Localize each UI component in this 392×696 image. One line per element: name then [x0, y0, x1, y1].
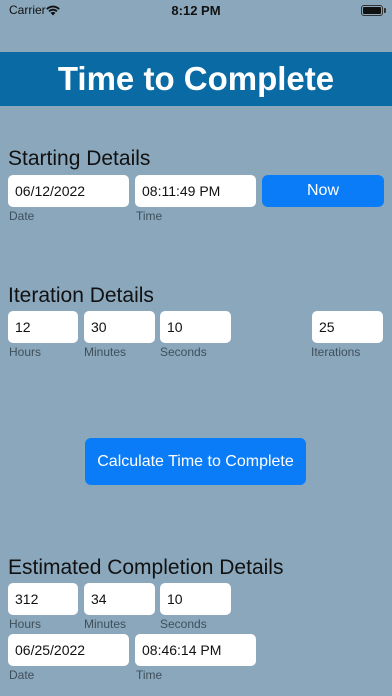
title-banner: Time to Complete — [0, 52, 392, 106]
completion-minutes-caption: Minutes — [84, 617, 127, 631]
iteration-minutes-caption: Minutes — [84, 345, 127, 359]
iteration-minutes-field[interactable]: 30 — [84, 311, 155, 343]
completion-date-caption: Date — [9, 668, 35, 682]
iteration-seconds-caption: Seconds — [160, 345, 207, 359]
completion-date-field[interactable]: 06/25/2022 — [8, 634, 129, 666]
completion-seconds-caption: Seconds — [160, 617, 207, 631]
iteration-seconds-field[interactable]: 10 — [160, 311, 231, 343]
completion-details-title: Estimated Completion Details — [8, 556, 284, 579]
battery-icon — [361, 5, 383, 16]
calculate-button[interactable]: Calculate Time to Complete — [85, 438, 306, 485]
completion-hours-caption: Hours — [9, 617, 42, 631]
page-title: Time to Complete — [57, 60, 335, 97]
iteration-hours-caption: Hours — [9, 345, 42, 359]
iterations-field[interactable]: 25 — [312, 311, 383, 343]
start-time-caption: Time — [136, 209, 163, 223]
status-time: 8:12 PM — [171, 3, 221, 18]
now-button[interactable]: Now — [262, 175, 384, 207]
start-date-field[interactable]: 06/12/2022 — [8, 175, 129, 207]
completion-time-field[interactable]: 08:46:14 PM — [135, 634, 256, 666]
starting-details-title: Starting Details — [8, 147, 151, 170]
iterations-caption: Iterations — [311, 345, 361, 359]
start-time-field[interactable]: 08:11:49 PM — [135, 175, 256, 207]
iteration-details-title: Iteration Details — [8, 284, 154, 307]
completion-seconds-field[interactable]: 10 — [160, 583, 231, 615]
iteration-hours-field[interactable]: 12 — [8, 311, 78, 343]
completion-minutes-field[interactable]: 34 — [84, 583, 155, 615]
battery-tip — [384, 8, 386, 13]
start-date-caption: Date — [9, 209, 35, 223]
completion-time-caption: Time — [136, 668, 163, 682]
completion-hours-field[interactable]: 312 — [8, 583, 78, 615]
